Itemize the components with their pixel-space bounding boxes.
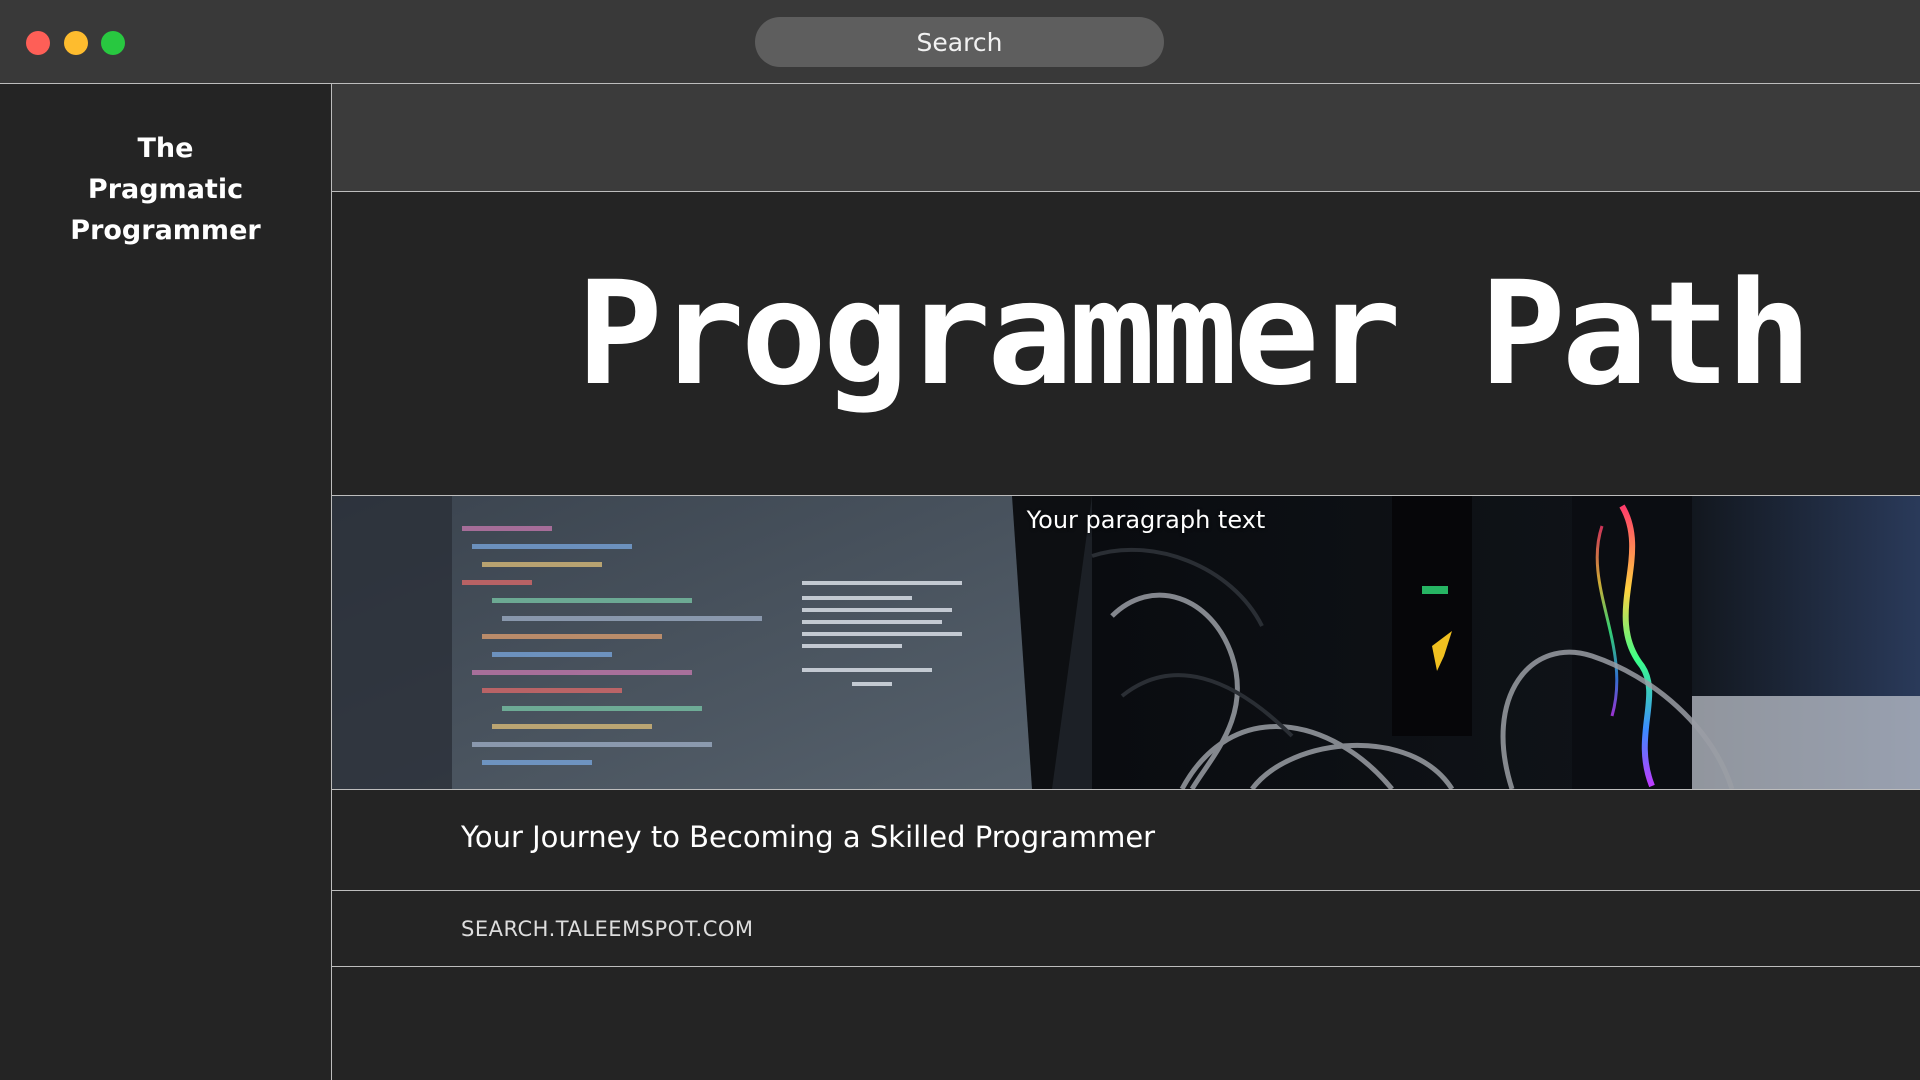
brand-title: The Pragmatic Programmer xyxy=(0,128,331,251)
website-url[interactable]: SEARCH.TALEEMSPOT.COM xyxy=(461,917,754,941)
subtitle-row: Your Journey to Becoming a Skilled Progr… xyxy=(332,790,1920,891)
brand-line: Programmer xyxy=(70,215,261,246)
banner-image: Your paragraph text xyxy=(332,495,1920,790)
url-row: SEARCH.TALEEMSPOT.COM xyxy=(332,891,1920,967)
title-bar: Search xyxy=(0,0,1920,84)
top-strip xyxy=(332,84,1920,192)
close-window-button[interactable] xyxy=(26,31,50,55)
laptop-code-photo xyxy=(332,496,1920,789)
app-window: Search The Pragmatic Programmer Programm… xyxy=(0,0,1920,1080)
sidebar: The Pragmatic Programmer xyxy=(0,84,332,1080)
brand-line: Pragmatic xyxy=(87,174,244,205)
maximize-window-button[interactable] xyxy=(101,31,125,55)
banner-caption: Your paragraph text xyxy=(1026,506,1266,534)
hero-title: Programmer Path xyxy=(576,250,1812,417)
brand-line: The xyxy=(137,133,194,164)
minimize-window-button[interactable] xyxy=(64,31,88,55)
search-label: Search xyxy=(916,27,1003,57)
subtitle: Your Journey to Becoming a Skilled Progr… xyxy=(461,820,1156,854)
main-content: Programmer Path Your paragraph text Your… xyxy=(332,84,1920,1080)
search-bar[interactable]: Search xyxy=(755,17,1164,67)
